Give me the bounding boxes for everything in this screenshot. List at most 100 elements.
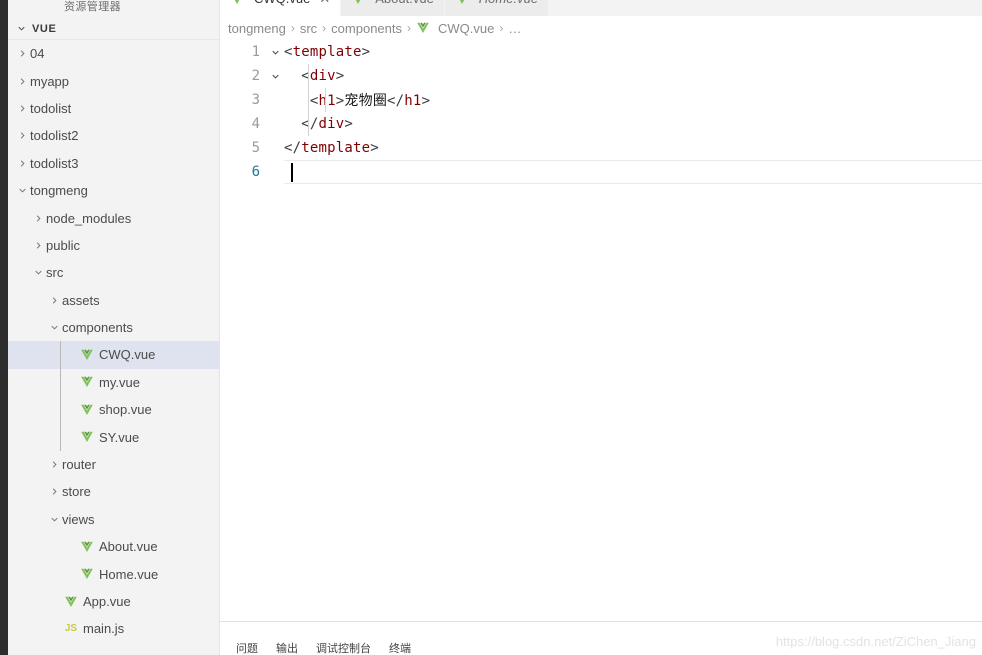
tree-item-todolist3[interactable]: todolist3 — [8, 150, 219, 177]
editor-tab-cwq-vue[interactable]: CWQ.vue ✕ — [220, 0, 342, 16]
tree-item-components[interactable]: components — [8, 314, 219, 341]
code-text: <template> — [284, 44, 370, 60]
code-token: </ — [387, 93, 405, 109]
tree-item-label: node_modules — [46, 210, 132, 226]
tree-item-assets[interactable]: assets — [8, 287, 219, 314]
fold-chevron-down-icon[interactable] — [266, 47, 284, 58]
breadcrumb-crumb[interactable]: tongmeng — [228, 21, 286, 36]
fold-chevron-down-icon[interactable] — [266, 71, 284, 82]
tree-item-my-vue[interactable]: my.vue — [8, 369, 219, 396]
breadcrumb-file-label: CWQ.vue — [438, 20, 495, 36]
code-token: </ — [284, 116, 319, 132]
tree-item-about-vue[interactable]: About.vue — [8, 533, 219, 560]
tree-item-public[interactable]: public — [8, 232, 219, 259]
tree-item-home-vue[interactable]: Home.vue — [8, 560, 219, 587]
tree-item-tongmeng[interactable]: tongmeng — [8, 177, 219, 204]
tree-item-app-vue[interactable]: App.vue — [8, 588, 219, 615]
tree-item-label: assets — [62, 292, 100, 308]
code-token: > — [361, 44, 371, 60]
tree-item-label: tongmeng — [30, 183, 88, 199]
explorer-title: 资源管理器 — [64, 1, 121, 13]
vue-file-icon — [78, 403, 96, 417]
breadcrumb-crumb[interactable]: src — [300, 21, 317, 36]
code-token: h1 — [318, 93, 336, 109]
tree-item-src[interactable]: src — [8, 259, 219, 286]
breadcrumb-crumb[interactable]: components — [331, 21, 402, 36]
code-lines: 1 <template> 2 <div> 3 <h1>宠物圈</h1> 4 </div>… — [220, 40, 982, 184]
tree-item-views[interactable]: views — [8, 506, 219, 533]
vue-file-icon — [351, 0, 370, 6]
editor-tab-label: About.vue — [375, 0, 434, 6]
panel-tab[interactable]: 问题 — [236, 643, 258, 655]
breadcrumb-separator: › — [290, 21, 295, 35]
breadcrumb-separator: › — [499, 21, 504, 35]
panel-tab[interactable]: 调试控制台 — [316, 643, 371, 655]
code-token: < — [284, 44, 293, 60]
breadcrumb-file[interactable]: CWQ.vue — [416, 21, 494, 36]
code-line[interactable]: 6 — [220, 160, 982, 184]
code-text: </template> — [284, 140, 379, 156]
chevron-right-icon — [14, 48, 30, 59]
tree-item-todolist[interactable]: todolist — [8, 95, 219, 122]
tree-item-label: 04 — [30, 46, 45, 62]
tree-item-store[interactable]: store — [8, 478, 219, 505]
code-line[interactable]: 5 </template> — [220, 136, 982, 160]
code-line[interactable]: 4 </div> — [220, 112, 982, 136]
chevron-down-icon — [46, 514, 62, 525]
editor-tab-home-vue[interactable]: Home.vue — [444, 0, 550, 16]
chevron-right-icon — [46, 486, 62, 497]
tree-item-label: main.js — [83, 621, 125, 637]
vscode-window: 资源管理器 VUE 04 myapp todolist todolist2 todoli… — [0, 0, 982, 655]
chevron-right-icon — [14, 103, 30, 114]
vue-file-icon — [78, 375, 96, 389]
tree-item-main-js[interactable]: JS main.js — [8, 615, 219, 642]
activity-bar[interactable] — [0, 0, 8, 655]
code-editor[interactable]: 1 <template> 2 <div> 3 <h1>宠物圈</h1> 4 </div>… — [220, 40, 982, 621]
tree-item-shop-vue[interactable]: shop.vue — [8, 396, 219, 423]
tree-item-04[interactable]: 04 — [8, 40, 219, 67]
code-token: template — [292, 44, 362, 60]
tree-item-label: SY.vue — [99, 429, 140, 445]
panel-tab[interactable]: 终端 — [389, 643, 411, 655]
code-line[interactable]: 3 <h1>宠物圈</h1> — [220, 88, 982, 112]
code-line[interactable]: 2 <div> — [220, 64, 982, 88]
tree-item-sy-vue[interactable]: SY.vue — [8, 423, 219, 450]
chevron-right-icon — [46, 459, 62, 470]
explorer-section-vue[interactable]: VUE — [8, 18, 219, 40]
current-line-highlight — [284, 160, 982, 184]
code-line[interactable]: 1 <template> — [220, 40, 982, 64]
tree-item-label: CWQ.vue — [99, 347, 156, 363]
code-token: h1 — [404, 93, 422, 109]
code-token: 宠物圈 — [344, 93, 388, 109]
line-number: 1 — [251, 44, 260, 60]
vue-file-icon — [78, 567, 96, 581]
code-text: <div> — [284, 68, 344, 84]
line-number: 5 — [251, 140, 260, 156]
tree-item-router[interactable]: router — [8, 451, 219, 478]
chevron-right-icon — [30, 240, 46, 251]
chevron-down-icon — [30, 267, 46, 278]
explorer-section-label: VUE — [32, 22, 57, 35]
chevron-right-icon — [14, 76, 30, 87]
tree-item-node_modules[interactable]: node_modules — [8, 204, 219, 231]
editor-tab-label: CWQ.vue — [254, 0, 310, 6]
code-token: > — [344, 116, 354, 132]
editor-area: CWQ.vue ✕ About.vue Home.vue tongmeng › src › c… — [220, 0, 982, 655]
panel-tab[interactable]: 输出 — [276, 643, 298, 655]
breadcrumb-separator: › — [407, 21, 411, 35]
breadcrumb[interactable]: tongmeng › src › components › CWQ.vue › … — [220, 16, 982, 40]
close-icon[interactable]: ✕ — [319, 0, 330, 5]
tree-item-cwq-vue[interactable]: CWQ.vue — [8, 341, 219, 369]
editor-tab-about-vue[interactable]: About.vue — [341, 0, 445, 16]
tree-item-todolist2[interactable]: todolist2 — [8, 122, 219, 149]
breadcrumb-separator: › — [322, 21, 327, 35]
code-text: <h1>宠物圈</h1> — [284, 90, 430, 110]
tree-item-label: my.vue — [99, 374, 140, 390]
code-token: < — [284, 93, 319, 109]
code-token: template — [301, 140, 371, 156]
tree-item-myapp[interactable]: myapp — [8, 67, 219, 94]
breadcrumb-overflow[interactable]: … — [508, 21, 521, 36]
vue-file-icon — [230, 0, 249, 6]
panel-tab-list: 问题 输出 调试控制台 终端 — [236, 643, 429, 655]
chevron-right-icon — [30, 213, 46, 224]
